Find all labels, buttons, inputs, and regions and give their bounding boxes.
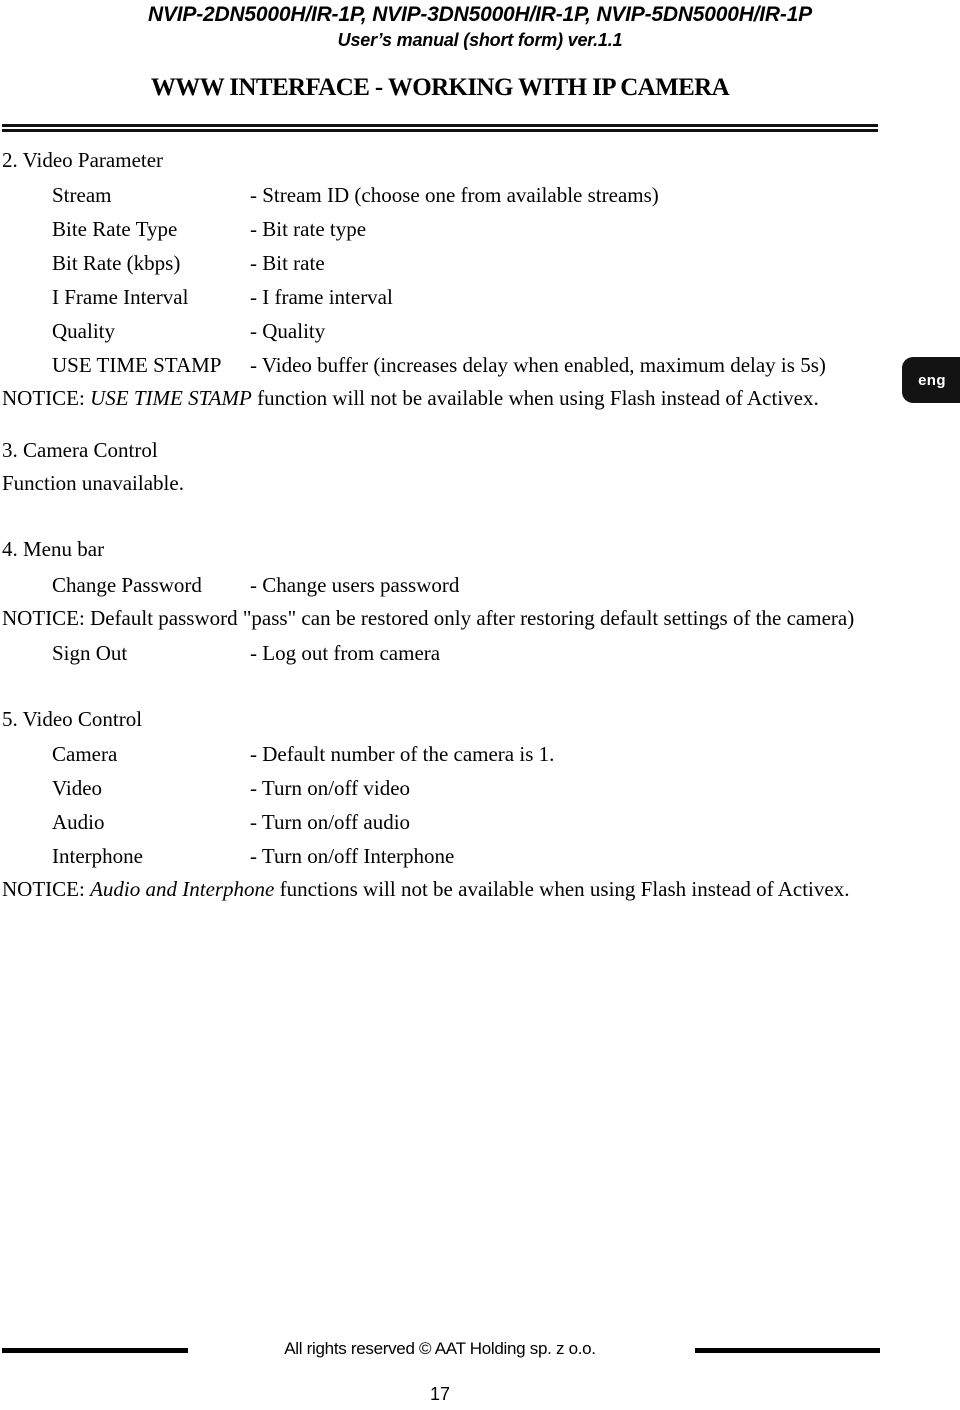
menu-row-change-password: Change Password - Change users password (0, 571, 960, 601)
param-row-quality: Quality - Quality (0, 317, 960, 347)
section-heading-video-control: 5. Video Control (2, 707, 143, 731)
param-row-stream: Stream - Stream ID (choose one from avai… (0, 181, 960, 211)
param-desc: - Stream ID (choose one from available s… (250, 183, 659, 207)
param-desc: - Default number of the camera is 1. (250, 742, 555, 766)
param-desc: - Bit rate (250, 251, 325, 275)
section-heading-video-parameter: 2. Video Parameter (2, 148, 164, 172)
language-tab-eng[interactable]: eng (902, 357, 960, 403)
header-divider-rule (2, 124, 878, 132)
param-term: Camera (52, 742, 118, 766)
notice-suffix: function will not be available when usin… (251, 386, 819, 410)
param-desc: - Video buffer (increases delay when ena… (250, 353, 826, 377)
notice-emphasis: Audio and Interphone (90, 877, 275, 901)
param-desc: - Change users password (250, 573, 460, 597)
language-tab-label: eng (918, 371, 946, 389)
param-row-bit-rate: Bit Rate (kbps) - Bit rate (0, 249, 960, 279)
header-model-line: NVIP-2DN5000H/IR-1P, NVIP-3DN5000H/IR-1P… (148, 3, 812, 26)
param-desc: - Turn on/off Interphone (250, 844, 455, 868)
footer-copyright: All rights reserved © AAT Holding sp. z … (284, 1339, 596, 1358)
param-term: Change Password (52, 573, 202, 597)
video-row-audio: Audio - Turn on/off audio (0, 808, 960, 838)
param-term: Quality (52, 319, 115, 343)
notice-prefix: NOTICE: (2, 877, 91, 901)
notice-use-time-stamp: NOTICE: USE TIME STAMP function will not… (2, 385, 819, 411)
param-desc: - Turn on/off video (250, 776, 411, 800)
video-row-video: Video - Turn on/off video (0, 774, 960, 804)
document-page: NVIP-2DN5000H/IR-1P, NVIP-3DN5000H/IR-1P… (0, 0, 960, 1410)
video-row-interphone: Interphone - Turn on/off Interphone (0, 842, 960, 872)
param-term: Video (52, 776, 103, 800)
notice-prefix: NOTICE: (2, 386, 91, 410)
param-term: Stream (52, 183, 112, 207)
param-term: Sign Out (52, 641, 128, 665)
notice-suffix: functions will not be available when usi… (274, 877, 850, 901)
param-desc: - Quality (250, 319, 326, 343)
notice-audio-interphone: NOTICE: Audio and Interphone functions w… (2, 876, 849, 902)
param-desc: - Turn on/off audio (250, 810, 411, 834)
param-term: Bite Rate Type (52, 217, 178, 241)
param-row-bite-rate-type: Bite Rate Type - Bit rate type (0, 215, 960, 245)
param-desc: - Log out from camera (250, 641, 441, 665)
param-row-i-frame-interval: I Frame Interval - I frame interval (0, 283, 960, 313)
video-row-camera: Camera - Default number of the camera is… (0, 740, 960, 770)
menu-row-sign-out: Sign Out - Log out from camera (0, 639, 960, 669)
param-desc: - I frame interval (250, 285, 393, 309)
camera-control-body: Function unavailable. (2, 471, 184, 495)
notice-default-password: NOTICE: Default password "pass" can be r… (2, 606, 855, 630)
footer-page-number: 17 (429, 1384, 451, 1404)
section-heading-menu-bar: 4. Menu bar (2, 537, 105, 561)
param-term: USE TIME STAMP (52, 353, 222, 377)
page-title: WWW INTERFACE - WORKING WITH IP CAMERA (150, 74, 730, 101)
param-term: Bit Rate (kbps) (52, 251, 181, 275)
notice-emphasis: USE TIME STAMP (90, 386, 252, 410)
param-row-use-time-stamp: USE TIME STAMP - Video buffer (increases… (0, 351, 960, 381)
param-term: Interphone (52, 844, 143, 868)
param-desc: - Bit rate type (250, 217, 367, 241)
param-term: Audio (52, 810, 105, 834)
section-heading-camera-control: 3. Camera Control (2, 438, 158, 462)
header-manual-line: User’s manual (short form) ver.1.1 (337, 30, 623, 50)
param-term: I Frame Interval (52, 285, 189, 309)
